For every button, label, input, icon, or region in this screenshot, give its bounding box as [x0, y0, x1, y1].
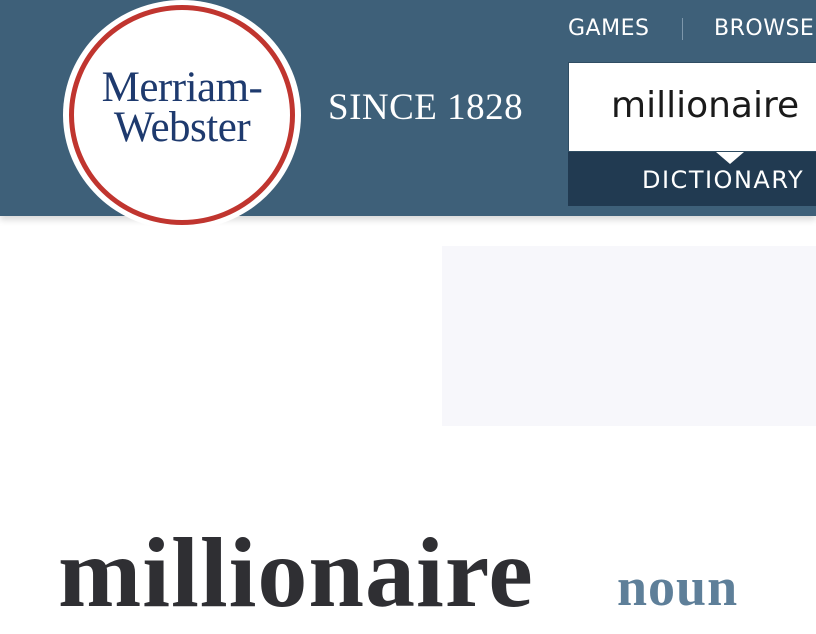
search-input-value[interactable]: millionaire [611, 85, 799, 126]
merriam-webster-logo[interactable]: Merriam- Webster [63, 0, 301, 230]
part-of-speech-link[interactable]: noun [617, 556, 738, 618]
tab-dictionary-label: DICTIONARY [642, 166, 805, 194]
entry-headword: millionaire [58, 517, 534, 628]
logo-wordmark: Merriam- Webster [63, 64, 301, 151]
tab-dictionary[interactable]: DICTIONARY [568, 152, 816, 206]
logo-line-2: Webster [113, 104, 251, 151]
tab-pointer-icon [716, 152, 744, 164]
search-input[interactable]: millionaire [568, 62, 816, 152]
nav-games-link[interactable]: GAMES [568, 16, 649, 41]
nav-separator [682, 18, 683, 40]
nav-browse-link[interactable]: BROWSE [714, 16, 814, 41]
tagline: SINCE 1828 [328, 87, 524, 128]
logo-line-1: Merriam- [101, 64, 263, 111]
ad-placeholder [442, 246, 816, 426]
